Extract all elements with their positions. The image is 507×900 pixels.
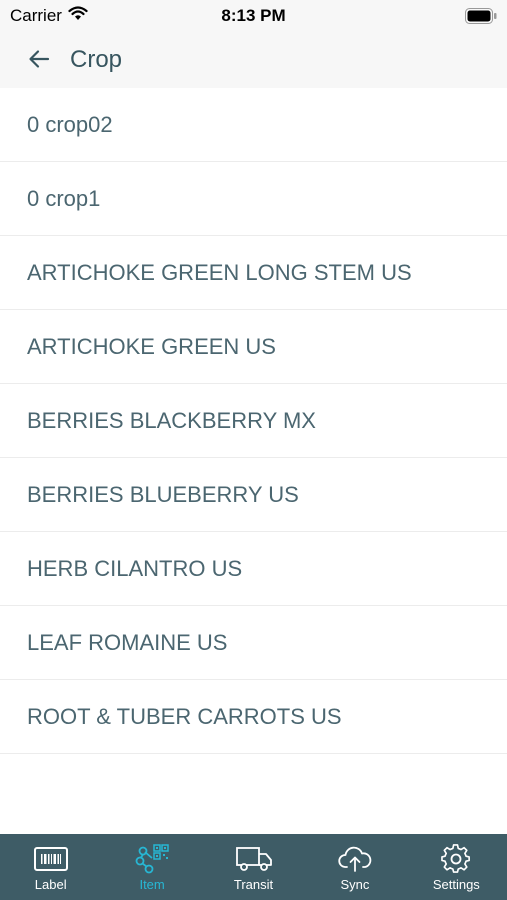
battery-icon [465, 8, 497, 24]
arrow-left-icon [28, 48, 50, 75]
list-item-label: LEAF ROMAINE US [27, 629, 228, 655]
tab-sync[interactable]: Sync [304, 834, 405, 900]
tab-item[interactable]: Item [101, 834, 202, 900]
list-item-label: 0 crop1 [27, 185, 101, 211]
navigation-header: Crop [0, 32, 507, 88]
gear-icon [441, 844, 471, 874]
list-item[interactable]: ARTICHOKE GREEN US [0, 310, 507, 384]
tab-settings[interactable]: Settings [406, 834, 507, 900]
list-item[interactable]: 0 crop02 [0, 88, 507, 162]
list-item-label: ARTICHOKE GREEN US [27, 333, 276, 359]
list-item[interactable]: BERRIES BLUEBERRY US [0, 458, 507, 532]
list-item-label: HERB CILANTRO US [27, 555, 243, 581]
crop-list: 0 crop02 0 crop1 ARTICHOKE GREEN LONG ST… [0, 88, 507, 754]
tab-label-text: Label [34, 877, 67, 892]
tab-label-text: Settings [432, 877, 480, 892]
status-bar: Carrier 8:13 PM [0, 0, 507, 32]
list-item[interactable]: 0 crop1 [0, 162, 507, 236]
item-network-icon [134, 844, 170, 874]
list-item-label: BERRIES BLACKBERRY MX [27, 407, 316, 433]
tab-label-text: Sync [340, 877, 370, 892]
status-time: 8:13 PM [221, 6, 286, 25]
barcode-icon [33, 844, 68, 874]
list-item-label: ARTICHOKE GREEN LONG STEM US [27, 259, 412, 285]
tab-label-text: Item [139, 877, 165, 892]
back-button[interactable] [22, 44, 56, 78]
list-item-label: ROOT & TUBER CARROTS US [27, 703, 342, 729]
list-item-label: 0 crop02 [27, 111, 113, 137]
tab-label[interactable]: Label [0, 834, 101, 900]
list-item[interactable]: ROOT & TUBER CARROTS US [0, 680, 507, 754]
truck-icon [235, 844, 273, 874]
page-title: Crop [70, 46, 123, 73]
list-item[interactable]: LEAF ROMAINE US [0, 606, 507, 680]
list-item[interactable]: ARTICHOKE GREEN LONG STEM US [0, 236, 507, 310]
tab-transit[interactable]: Transit [203, 834, 304, 900]
bottom-tab-bar: Label Item Transit Sync Settings [0, 834, 507, 900]
list-item[interactable]: BERRIES BLACKBERRY MX [0, 384, 507, 458]
tab-label-text: Transit [233, 877, 274, 892]
cloud-upload-icon [338, 844, 372, 874]
list-item[interactable]: HERB CILANTRO US [0, 532, 507, 606]
list-item-label: BERRIES BLUEBERRY US [27, 481, 299, 507]
